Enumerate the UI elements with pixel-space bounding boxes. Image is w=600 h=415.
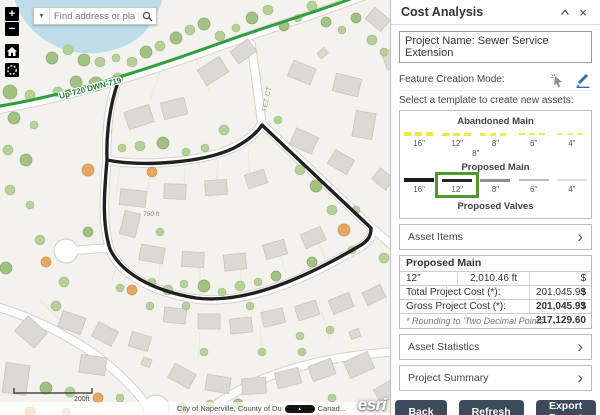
zoom-in-button[interactable]: + (5, 7, 19, 21)
esri-logo: esri (358, 395, 386, 415)
asset-statistics-section[interactable]: Asset Statistics › (399, 334, 592, 360)
refresh-button[interactable]: Refresh (459, 400, 524, 415)
locate-button[interactable] (5, 63, 19, 77)
project-summary-section[interactable]: Project Summary › (399, 365, 592, 391)
template-abandoned-8[interactable]: 8" (476, 129, 514, 149)
template-abandoned-extra-8[interactable]: 8" (463, 149, 489, 159)
template-abandoned-12[interactable]: 12" (438, 129, 476, 149)
asset-statistics-label: Asset Statistics (408, 341, 479, 353)
asset-size: 12" (400, 272, 457, 285)
cost-table-header: Proposed Main (400, 256, 591, 272)
project-name-box: Project Name: Sewer Service Extension (399, 31, 592, 63)
zoom-out-button[interactable]: − (5, 22, 19, 36)
gross-cost-value: $ 217,129.60 (530, 300, 591, 313)
total-cost-label: Total Project Cost (*): (400, 286, 530, 299)
template-proposed-4[interactable]: 4" (553, 175, 591, 195)
template-picker: Abandoned Main 16" 12" 8" (399, 110, 592, 219)
home-button[interactable] (5, 44, 19, 58)
line-swatch (442, 133, 472, 136)
line-swatch (519, 179, 549, 181)
search-box: ▾ (33, 7, 157, 25)
search-input[interactable] (50, 11, 139, 22)
panel-body: Project Name: Sewer Service Extension Fe… (391, 25, 600, 415)
select-mode-button[interactable] (549, 72, 566, 88)
template-abandoned-4[interactable]: 4" (553, 129, 591, 149)
search-icon (142, 11, 153, 22)
search-submit[interactable] (139, 11, 156, 22)
line-swatch (519, 133, 549, 135)
line-swatch (442, 179, 472, 182)
feature-creation-label: Feature Creation Mode: (399, 74, 541, 85)
template-group-title: Proposed Valves (400, 201, 591, 216)
line-swatch (480, 133, 510, 136)
attribution-text: Canad... (318, 404, 346, 413)
chevron-right-icon: › (577, 342, 583, 352)
asset-length: 2,010.46 ft (457, 272, 530, 285)
template-proposed-6[interactable]: 6" (515, 175, 553, 195)
asset-items-section[interactable]: Asset Items › (399, 224, 592, 250)
back-button[interactable]: Back (395, 400, 446, 415)
collapse-icon (559, 7, 571, 17)
line-swatch (557, 133, 587, 135)
chevron-right-icon: › (577, 373, 583, 383)
attribution-pill[interactable]: ▴ (285, 405, 315, 413)
line-swatch (557, 179, 587, 181)
template-group-title: Proposed Main (400, 162, 591, 173)
feature-creation-row: Feature Creation Mode: (399, 69, 592, 91)
abandoned-main-row-2: 8" (400, 149, 591, 159)
total-cost-value: $ 201,045.93 (530, 286, 591, 299)
project-summary-label: Project Summary (408, 372, 489, 384)
cost-analysis-panel: Cost Analysis × Project Name: Sewer Serv… (390, 0, 600, 415)
close-button[interactable]: × (574, 5, 592, 20)
export-report-button[interactable]: Export Report (536, 400, 596, 415)
attribution-text: City of Naperville, County of Du (177, 404, 282, 413)
measurement-label: 750 ft (143, 211, 160, 218)
search-source-dropdown[interactable]: ▾ (34, 8, 50, 24)
draw-mode-button[interactable] (574, 72, 592, 88)
line-swatch (404, 178, 434, 182)
template-abandoned-6[interactable]: 6" (515, 129, 553, 149)
line-swatch (404, 132, 434, 136)
home-icon (7, 47, 17, 56)
panel-header: Cost Analysis × (391, 0, 600, 25)
cost-summary-table: Proposed Main 12" 2,010.46 ft $ 201,045.… (399, 255, 592, 329)
basemap: Up-720 DWN-719 TEZ CT 750 ft 200ft (0, 0, 390, 415)
line-swatch (480, 179, 510, 182)
map-attribution: City of Naperville, County of Du ▴ Canad… (0, 402, 390, 415)
proposed-main-row: 16" 12" 8" 6" (400, 175, 591, 195)
abandoned-main-row: 16" 12" 8" 6" (400, 129, 591, 149)
action-buttons: Back Refresh Export Report (399, 400, 592, 415)
template-proposed-12-selected[interactable]: 12" (438, 175, 476, 195)
template-group-title: Abandoned Main (400, 116, 591, 127)
panel-title: Cost Analysis (401, 5, 556, 19)
asset-items-label: Asset Items (408, 231, 463, 243)
gross-cost-label: Gross Project Cost (*): (400, 300, 530, 313)
asset-cost: $ 201,045.93 (530, 272, 591, 285)
chevron-right-icon: › (577, 232, 583, 242)
template-abandoned-16[interactable]: 16" (400, 129, 438, 149)
pencil-edit-icon (574, 72, 592, 88)
template-proposed-16[interactable]: 16" (400, 175, 438, 195)
locate-icon (6, 64, 18, 76)
map-canvas[interactable]: Up-720 DWN-719 TEZ CT 750 ft 200ft + − ▾ (0, 0, 390, 415)
app-window: Up-720 DWN-719 TEZ CT 750 ft 200ft + − ▾ (0, 0, 600, 415)
gross-cost-row: Gross Project Cost (*): $ 217,129.60 (400, 300, 591, 314)
dock-button[interactable] (556, 7, 574, 17)
template-proposed-8[interactable]: 8" (476, 175, 514, 195)
table-row: 12" 2,010.46 ft $ 201,045.93 (400, 272, 591, 286)
smart-select-icon (549, 72, 566, 88)
template-prompt: Select a template to create new assets: (399, 95, 592, 106)
total-cost-row: Total Project Cost (*): $ 201,045.93 (400, 286, 591, 300)
